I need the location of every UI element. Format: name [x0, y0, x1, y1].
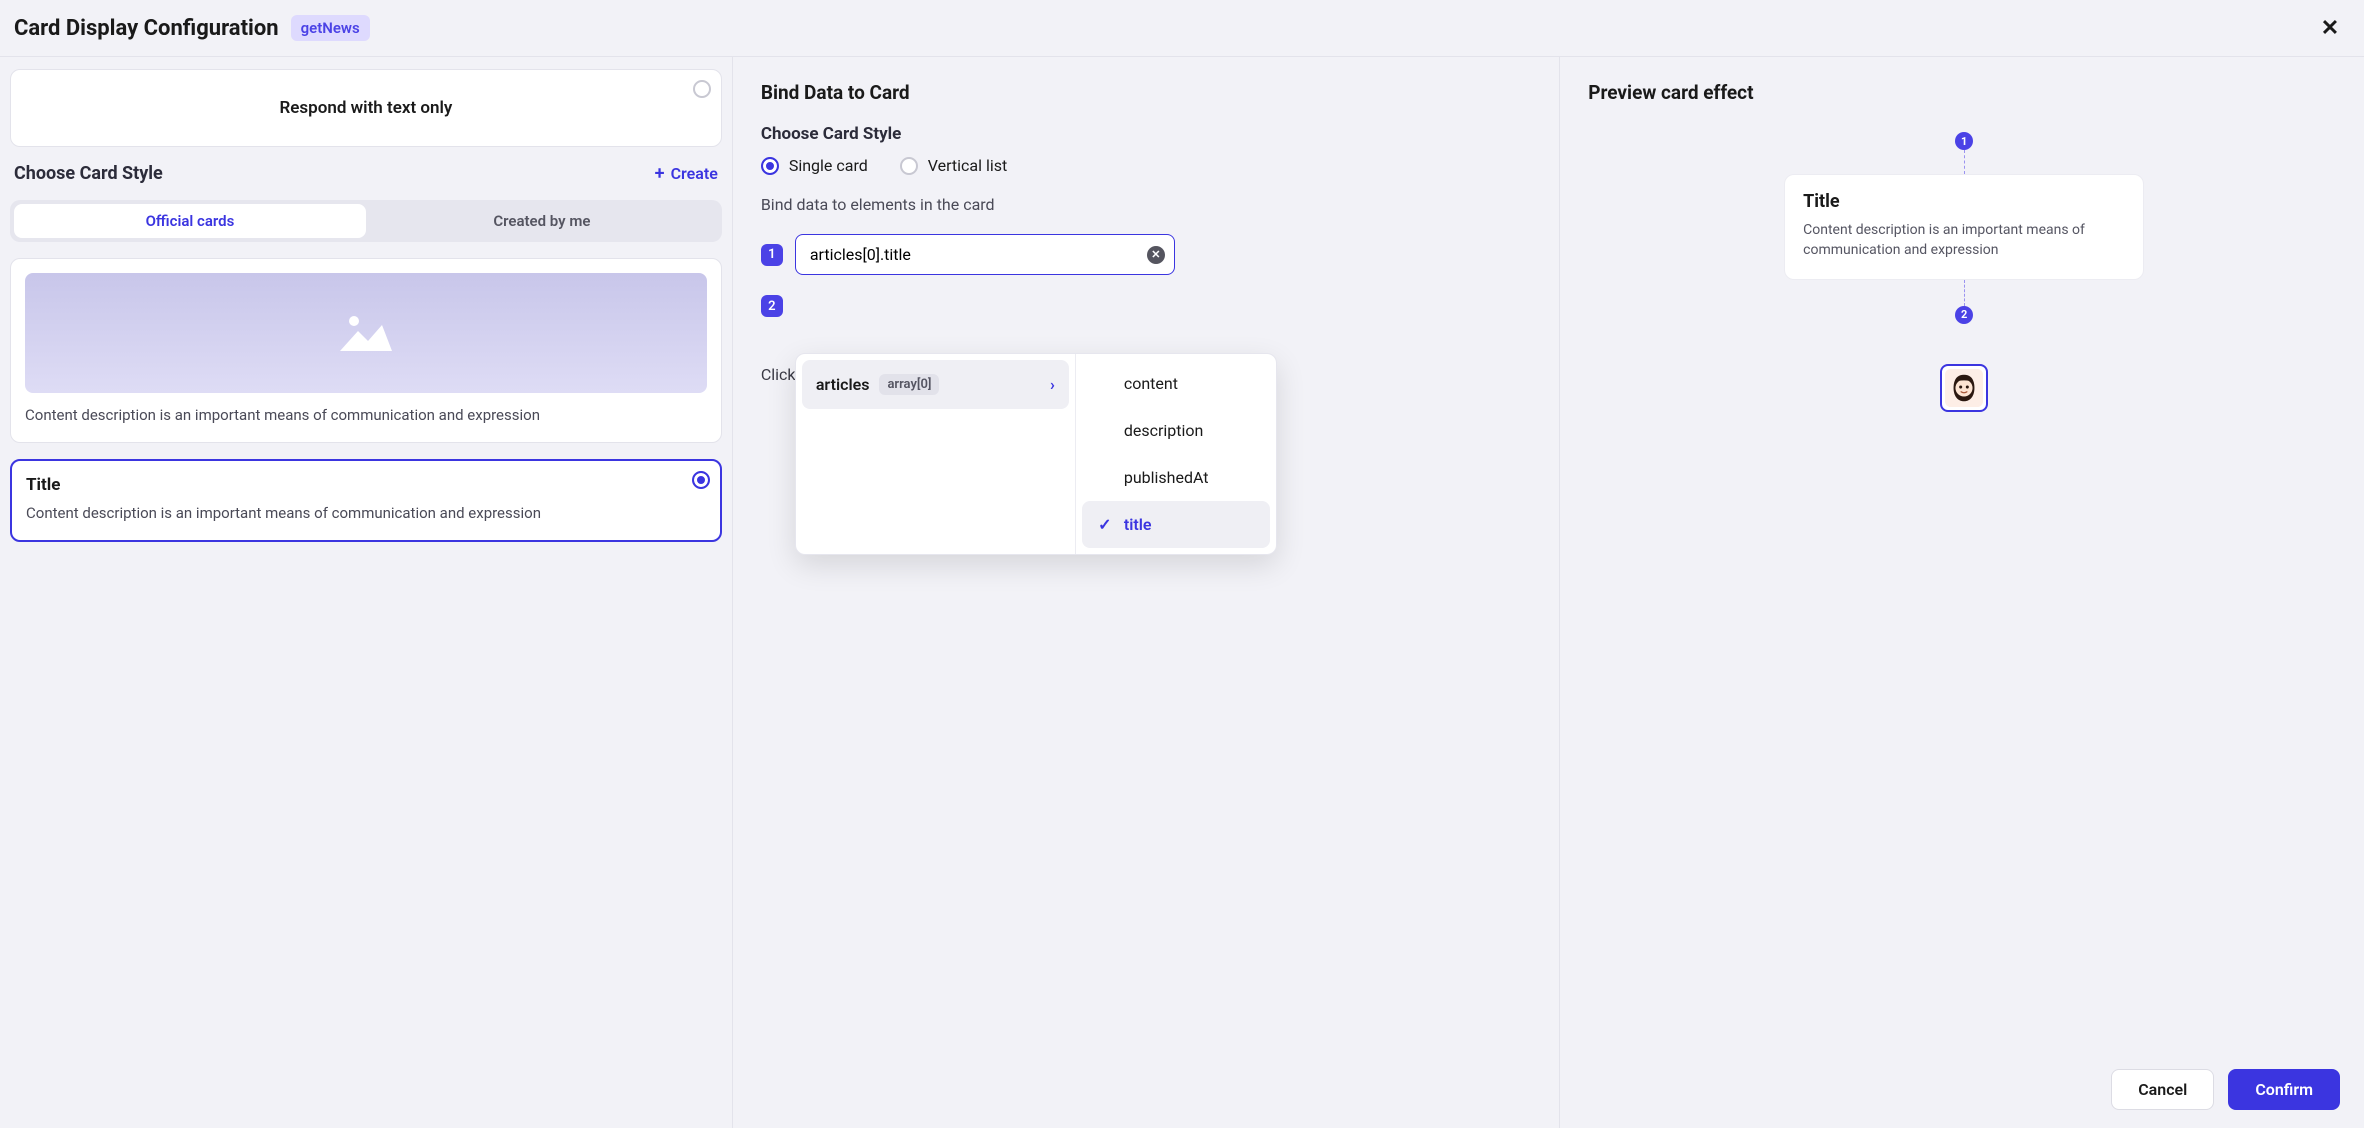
image-icon	[338, 311, 394, 355]
card-source-tabs: Official cards Created by me	[10, 200, 722, 242]
dialog-title: Card Display Configuration	[14, 16, 279, 41]
avatar-icon	[1945, 369, 1983, 407]
dropdown-item-content-label: content	[1124, 374, 1178, 393]
preview-title: Preview card effect	[1588, 81, 2340, 104]
preview-marker-2: 2	[1955, 280, 1973, 324]
footer-buttons: Cancel Confirm	[1588, 1055, 2340, 1128]
radio-selected-icon	[692, 471, 710, 489]
create-label: Create	[671, 164, 718, 183]
dropdown-item-publishedat[interactable]: ✓ publishedAt	[1082, 454, 1270, 501]
tab-official-cards[interactable]: Official cards	[14, 204, 366, 238]
dropdown-item-description-label: description	[1124, 421, 1204, 440]
data-path-dropdown: articles array[0] › ✓ content ✓ descript…	[795, 353, 1277, 555]
card-option-image-desc: Content description is an important mean…	[25, 405, 707, 426]
right-panel: Preview card effect 1 Title Content desc…	[1560, 57, 2364, 1128]
bind-input-1-wrap: ✕	[795, 234, 1175, 275]
dropdown-item-articles-label: articles	[816, 375, 870, 394]
bind-data-title: Bind Data to Card	[761, 81, 1535, 104]
dropdown-item-title-label: title	[1124, 515, 1152, 534]
preview-area: 1 Title Content description is an import…	[1588, 132, 2340, 1055]
card-image-placeholder	[25, 273, 707, 393]
radio-single-label: Single card	[789, 156, 868, 175]
radio-vertical-label: Vertical list	[928, 156, 1007, 175]
radio-single-card[interactable]: Single card	[761, 156, 868, 175]
marker-badge-1: 1	[1955, 132, 1973, 150]
check-icon: ✓	[1096, 515, 1114, 534]
dropdown-item-title[interactable]: ✓ title	[1082, 501, 1270, 548]
bind-row-1: 1 ✕	[761, 234, 1535, 275]
avatar-preview[interactable]	[1940, 364, 1988, 412]
card-option-title[interactable]: Title Content description is an importan…	[10, 459, 722, 542]
respond-text-only-option[interactable]: Respond with text only	[10, 69, 722, 147]
dialog-header: Card Display Configuration getNews ✕	[0, 0, 2364, 57]
respond-text-only-label: Respond with text only	[279, 98, 452, 118]
dialog-tag: getNews	[291, 15, 370, 41]
marker-line	[1964, 150, 1965, 174]
bind-elements-label: Bind data to elements in the card	[761, 195, 1535, 214]
choose-style-title: Choose Card Style	[14, 163, 163, 184]
close-icon[interactable]: ✕	[2316, 14, 2344, 42]
bind-input-1[interactable]	[795, 234, 1175, 275]
left-panel: Respond with text only Choose Card Style…	[0, 57, 733, 1128]
dropdown-item-content[interactable]: ✓ content	[1082, 360, 1270, 407]
radio-off-icon	[900, 157, 918, 175]
create-button[interactable]: + Create	[655, 164, 718, 183]
choose-style-header: Choose Card Style + Create	[10, 163, 722, 184]
dropdown-left-pane: articles array[0] ›	[796, 354, 1076, 554]
dropdown-type-badge: array[0]	[879, 374, 939, 395]
dialog-body: Respond with text only Choose Card Style…	[0, 57, 2364, 1128]
card-option-image[interactable]: Content description is an important mean…	[10, 258, 722, 443]
card-layout-radio-group: Single card Vertical list	[761, 156, 1535, 175]
dropdown-item-publishedat-label: publishedAt	[1124, 468, 1209, 487]
dropdown-right-pane: ✓ content ✓ description ✓ publishedAt ✓ …	[1076, 354, 1276, 554]
marker-badge-2: 2	[1955, 306, 1973, 324]
clear-input-icon[interactable]: ✕	[1147, 246, 1165, 264]
cancel-button[interactable]: Cancel	[2111, 1069, 2214, 1110]
card-option-title-desc: Content description is an important mean…	[26, 503, 706, 524]
tab-created-by-me[interactable]: Created by me	[366, 204, 718, 238]
radio-on-icon	[761, 157, 779, 175]
choose-style-subtitle: Choose Card Style	[761, 124, 1535, 144]
preview-card: Title Content description is an importan…	[1784, 174, 2144, 280]
radio-unselected-icon	[693, 80, 711, 98]
preview-card-title: Title	[1803, 191, 2125, 212]
preview-card-desc: Content description is an important mean…	[1803, 220, 2125, 261]
plus-icon: +	[655, 165, 665, 183]
marker-line	[1964, 280, 1965, 306]
confirm-button[interactable]: Confirm	[2228, 1069, 2340, 1110]
bind-row-2: 2	[761, 295, 1535, 317]
card-option-title-label: Title	[26, 475, 706, 495]
radio-vertical-list[interactable]: Vertical list	[900, 156, 1007, 175]
dropdown-item-description[interactable]: ✓ description	[1082, 407, 1270, 454]
card-display-config-dialog: Card Display Configuration getNews ✕ Res…	[0, 0, 2364, 1128]
dropdown-item-articles[interactable]: articles array[0] ›	[802, 360, 1069, 409]
bind-index-1: 1	[761, 244, 783, 266]
preview-marker-1: 1	[1955, 132, 1973, 174]
bind-index-2: 2	[761, 295, 783, 317]
middle-panel: Bind Data to Card Choose Card Style Sing…	[733, 57, 1560, 1128]
chevron-right-icon: ›	[1050, 375, 1055, 394]
